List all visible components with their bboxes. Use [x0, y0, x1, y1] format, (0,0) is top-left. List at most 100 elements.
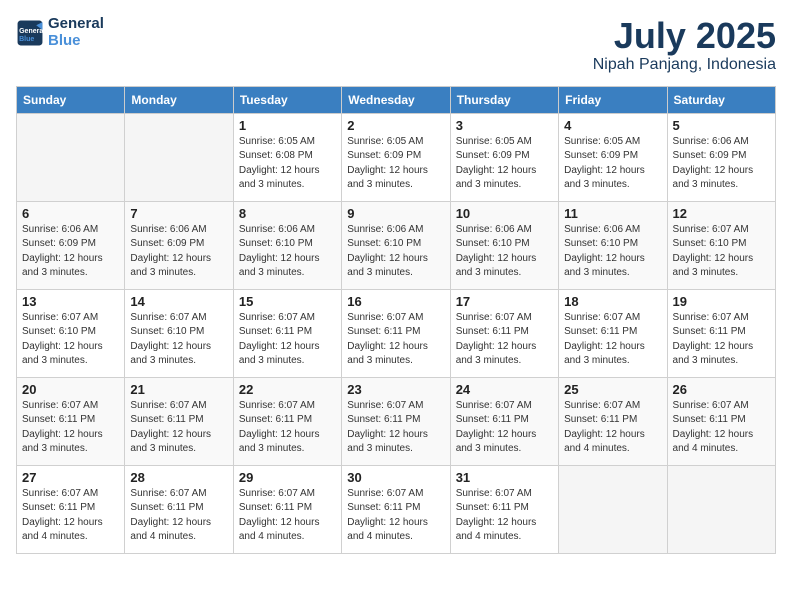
- day-info: Sunrise: 6:07 AM Sunset: 6:11 PM Dayligh…: [22, 487, 119, 545]
- month-title: July 2025: [593, 16, 776, 56]
- day-number: 8: [239, 206, 336, 221]
- logo-line2: Blue: [48, 33, 104, 50]
- calendar-week-2: 6 Sunrise: 6:06 AM Sunset: 6:09 PM Daylig…: [17, 201, 776, 289]
- day-number: 31: [456, 470, 553, 485]
- calendar-cell: 2 Sunrise: 6:05 AM Sunset: 6:09 PM Daylig…: [342, 113, 450, 201]
- day-info: Sunrise: 6:05 AM Sunset: 6:09 PM Dayligh…: [347, 135, 444, 193]
- day-info: Sunrise: 6:06 AM Sunset: 6:10 PM Dayligh…: [456, 223, 553, 281]
- calendar-cell: 1 Sunrise: 6:05 AM Sunset: 6:08 PM Daylig…: [233, 113, 341, 201]
- calendar-week-3: 13 Sunrise: 6:07 AM Sunset: 6:10 PM Dayli…: [17, 289, 776, 377]
- column-header-friday: Friday: [559, 86, 667, 113]
- calendar-cell: 14 Sunrise: 6:07 AM Sunset: 6:10 PM Dayli…: [125, 289, 233, 377]
- day-info: Sunrise: 6:05 AM Sunset: 6:08 PM Dayligh…: [239, 135, 336, 193]
- calendar-cell: 4Sunrise: 6:05 AM Sunset: 6:09 PM Daylig…: [559, 113, 667, 201]
- svg-text:General: General: [19, 28, 44, 35]
- calendar-cell: 5Sunrise: 6:06 AM Sunset: 6:09 PM Daylig…: [667, 113, 775, 201]
- calendar-cell: 20Sunrise: 6:07 AM Sunset: 6:11 PM Dayli…: [17, 377, 125, 465]
- day-number: 23: [347, 382, 444, 397]
- day-number: 24: [456, 382, 553, 397]
- calendar-cell: 27 Sunrise: 6:07 AM Sunset: 6:11 PM Dayli…: [17, 465, 125, 553]
- day-info: Sunrise: 6:05 AM Sunset: 6:09 PM Dayligh…: [456, 135, 553, 193]
- day-info: Sunrise: 6:06 AM Sunset: 6:09 PM Dayligh…: [673, 135, 770, 193]
- day-info: Sunrise: 6:07 AM Sunset: 6:11 PM Dayligh…: [239, 311, 336, 369]
- calendar-cell: 8 Sunrise: 6:06 AM Sunset: 6:10 PM Daylig…: [233, 201, 341, 289]
- calendar-cell: 6 Sunrise: 6:06 AM Sunset: 6:09 PM Daylig…: [17, 201, 125, 289]
- day-number: 12: [673, 206, 770, 221]
- calendar-cell: 7 Sunrise: 6:06 AM Sunset: 6:09 PM Daylig…: [125, 201, 233, 289]
- day-info: Sunrise: 6:07 AM Sunset: 6:11 PM Dayligh…: [347, 487, 444, 545]
- day-info: Sunrise: 6:06 AM Sunset: 6:09 PM Dayligh…: [130, 223, 227, 281]
- day-number: 19: [673, 294, 770, 309]
- calendar-cell: 18Sunrise: 6:07 AM Sunset: 6:11 PM Dayli…: [559, 289, 667, 377]
- day-info: Sunrise: 6:06 AM Sunset: 6:09 PM Dayligh…: [22, 223, 119, 281]
- calendar-cell: [125, 113, 233, 201]
- calendar-cell: 21 Sunrise: 6:07 AM Sunset: 6:11 PM Dayli…: [125, 377, 233, 465]
- calendar-cell: 22 Sunrise: 6:07 AM Sunset: 6:11 PM Dayli…: [233, 377, 341, 465]
- day-info: Sunrise: 6:07 AM Sunset: 6:11 PM Dayligh…: [456, 311, 553, 369]
- calendar-cell: 29Sunrise: 6:07 AM Sunset: 6:11 PM Dayli…: [233, 465, 341, 553]
- calendar-cell: 12 Sunrise: 6:07 AM Sunset: 6:10 PM Dayli…: [667, 201, 775, 289]
- logo-line1: General: [48, 16, 104, 33]
- calendar-cell: [667, 465, 775, 553]
- calendar-cell: 9 Sunrise: 6:06 AM Sunset: 6:10 PM Daylig…: [342, 201, 450, 289]
- calendar-header-row: SundayMondayTuesdayWednesdayThursdayFrid…: [17, 86, 776, 113]
- calendar-cell: 19 Sunrise: 6:07 AM Sunset: 6:11 PM Dayli…: [667, 289, 775, 377]
- calendar-cell: 11 Sunrise: 6:06 AM Sunset: 6:10 PM Dayli…: [559, 201, 667, 289]
- day-info: Sunrise: 6:07 AM Sunset: 6:11 PM Dayligh…: [456, 399, 553, 457]
- calendar-week-1: 1 Sunrise: 6:05 AM Sunset: 6:08 PM Daylig…: [17, 113, 776, 201]
- calendar-cell: 3 Sunrise: 6:05 AM Sunset: 6:09 PM Daylig…: [450, 113, 558, 201]
- day-number: 18: [564, 294, 661, 309]
- day-info: Sunrise: 6:07 AM Sunset: 6:11 PM Dayligh…: [564, 399, 661, 457]
- day-number: 10: [456, 206, 553, 221]
- day-number: 6: [22, 206, 119, 221]
- calendar-cell: 10 Sunrise: 6:06 AM Sunset: 6:10 PM Dayli…: [450, 201, 558, 289]
- column-header-wednesday: Wednesday: [342, 86, 450, 113]
- day-info: Sunrise: 6:07 AM Sunset: 6:11 PM Dayligh…: [347, 399, 444, 457]
- column-header-monday: Monday: [125, 86, 233, 113]
- day-number: 22: [239, 382, 336, 397]
- calendar-cell: 13Sunrise: 6:07 AM Sunset: 6:10 PM Dayli…: [17, 289, 125, 377]
- calendar-cell: [559, 465, 667, 553]
- day-number: 15: [239, 294, 336, 309]
- day-info: Sunrise: 6:07 AM Sunset: 6:10 PM Dayligh…: [673, 223, 770, 281]
- day-number: 2: [347, 118, 444, 133]
- day-number: 14: [130, 294, 227, 309]
- calendar-cell: 31Sunrise: 6:07 AM Sunset: 6:11 PM Dayli…: [450, 465, 558, 553]
- day-info: Sunrise: 6:07 AM Sunset: 6:11 PM Dayligh…: [347, 311, 444, 369]
- title-section: July 2025 Nipah Panjang, Indonesia: [593, 16, 776, 74]
- day-number: 11: [564, 206, 661, 221]
- day-number: 3: [456, 118, 553, 133]
- day-info: Sunrise: 6:06 AM Sunset: 6:10 PM Dayligh…: [347, 223, 444, 281]
- day-number: 9: [347, 206, 444, 221]
- svg-text:Blue: Blue: [19, 35, 34, 42]
- day-number: 20: [22, 382, 119, 397]
- day-info: Sunrise: 6:06 AM Sunset: 6:10 PM Dayligh…: [564, 223, 661, 281]
- day-number: 26: [673, 382, 770, 397]
- logo-icon: General Blue: [16, 19, 44, 47]
- calendar-cell: 15 Sunrise: 6:07 AM Sunset: 6:11 PM Dayli…: [233, 289, 341, 377]
- day-number: 25: [564, 382, 661, 397]
- logo: General Blue General Blue: [16, 16, 104, 49]
- calendar-cell: 26Sunrise: 6:07 AM Sunset: 6:11 PM Dayli…: [667, 377, 775, 465]
- calendar-cell: [17, 113, 125, 201]
- day-number: 13: [22, 294, 119, 309]
- calendar-week-4: 20 Sunrise: 6:07 AM Sunset: 6:11 PM Dayli…: [17, 377, 776, 465]
- column-header-saturday: Saturday: [667, 86, 775, 113]
- location-title: Nipah Panjang, Indonesia: [593, 56, 776, 74]
- column-header-sunday: Sunday: [17, 86, 125, 113]
- calendar-week-5: 27 Sunrise: 6:07 AM Sunset: 6:11 PM Dayli…: [17, 465, 776, 553]
- day-number: 30: [347, 470, 444, 485]
- day-info: Sunrise: 6:07 AM Sunset: 6:11 PM Dayligh…: [130, 399, 227, 457]
- day-number: 4: [564, 118, 661, 133]
- day-info: Sunrise: 6:07 AM Sunset: 6:11 PM Dayligh…: [239, 487, 336, 545]
- day-number: 27: [22, 470, 119, 485]
- day-number: 1: [239, 118, 336, 133]
- day-number: 21: [130, 382, 227, 397]
- day-info: Sunrise: 6:07 AM Sunset: 6:10 PM Dayligh…: [130, 311, 227, 369]
- day-info: Sunrise: 6:06 AM Sunset: 6:10 PM Dayligh…: [239, 223, 336, 281]
- day-info: Sunrise: 6:07 AM Sunset: 6:11 PM Dayligh…: [673, 311, 770, 369]
- day-number: 7: [130, 206, 227, 221]
- calendar-cell: 17Sunrise: 6:07 AM Sunset: 6:11 PM Dayli…: [450, 289, 558, 377]
- day-info: Sunrise: 6:07 AM Sunset: 6:11 PM Dayligh…: [239, 399, 336, 457]
- calendar-cell: 30 Sunrise: 6:07 AM Sunset: 6:11 PM Dayli…: [342, 465, 450, 553]
